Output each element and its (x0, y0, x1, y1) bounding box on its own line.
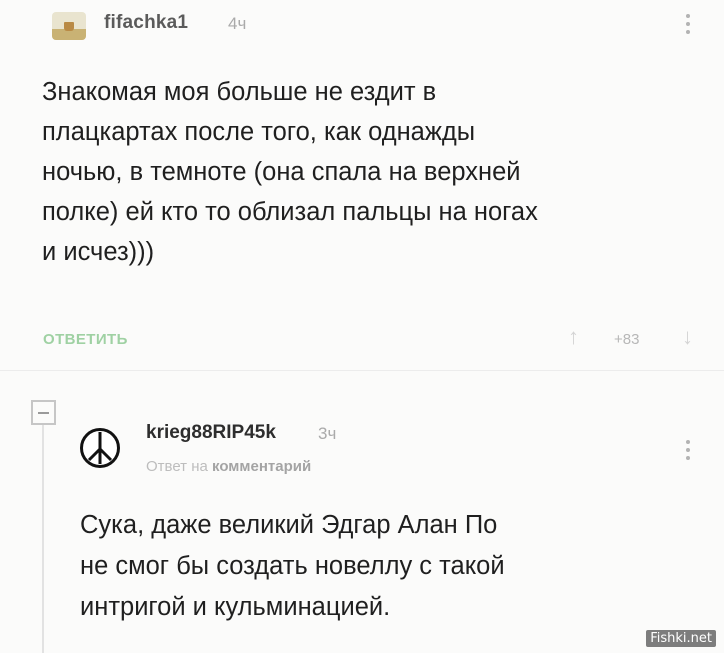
upvote-arrow-icon[interactable]: ↑ (568, 324, 579, 350)
thread-line[interactable] (42, 425, 44, 653)
reply-to-label: Ответ на комментарий (146, 458, 311, 475)
collapse-thread-button[interactable] (31, 400, 56, 425)
reply-username[interactable]: krieg88RIP45k (146, 422, 276, 444)
avatar-bucket-icon (64, 22, 74, 31)
comment-time: 4ч (228, 14, 247, 33)
more-options-icon[interactable] (684, 440, 692, 460)
comment-username[interactable]: fifachka1 (104, 12, 188, 34)
reply-time: 3ч (318, 424, 337, 443)
reply-to-prefix: Ответ на (146, 458, 208, 475)
user-avatar[interactable] (52, 12, 86, 40)
reply-text: Сука, даже великий Эдгар Алан По не смог… (80, 511, 505, 621)
comment-text: Знакомая моя больше не ездит в плацкарта… (42, 78, 538, 266)
rating-count: +83 (614, 331, 640, 348)
reply-to-link[interactable]: комментарий (212, 458, 311, 475)
downvote-arrow-icon[interactable]: ↓ (682, 324, 693, 350)
comment-divider (0, 370, 724, 371)
watermark: Fishki.net (646, 630, 716, 647)
more-options-icon[interactable] (684, 14, 692, 34)
reply-button[interactable]: ОТВЕТИТЬ (43, 331, 128, 348)
peace-sign-icon[interactable] (80, 428, 120, 468)
